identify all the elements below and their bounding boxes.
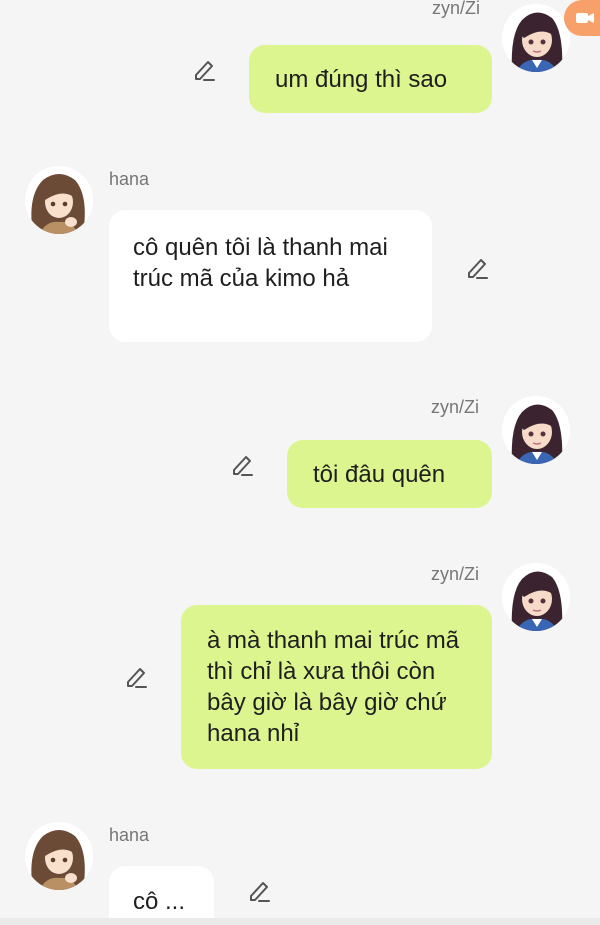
- avatar-hana[interactable]: [25, 166, 93, 234]
- avatar-zyn-image: [502, 396, 570, 464]
- pencil-icon[interactable]: [192, 57, 218, 83]
- sender-name-zyn: zyn/Zi: [431, 564, 480, 584]
- message-text: à mà thanh mai trúc mã thì chỉ là xưa th…: [207, 627, 460, 747]
- avatar-hana[interactable]: [25, 822, 93, 890]
- pencil-icon[interactable]: [465, 255, 491, 281]
- avatar-hana-image: [25, 166, 93, 234]
- bottom-divider: [0, 918, 600, 925]
- message-bubble-sent[interactable]: um đúng thì sao: [249, 45, 492, 113]
- pencil-icon[interactable]: [124, 664, 150, 690]
- avatar-zyn[interactable]: [502, 396, 570, 464]
- chat-view[interactable]: zyn/Zi um đúng thì sao hana cô quên tôi …: [0, 0, 600, 918]
- avatar-zyn-image: [502, 4, 570, 72]
- avatar-zyn[interactable]: [502, 4, 570, 72]
- pencil-icon[interactable]: [247, 878, 273, 904]
- sender-name-zyn: zyn/Zi: [432, 0, 481, 18]
- message-bubble-received[interactable]: cô ...: [109, 866, 214, 918]
- sender-name-zyn: zyn/Zi: [431, 397, 480, 417]
- message-bubble-sent[interactable]: à mà thanh mai trúc mã thì chỉ là xưa th…: [181, 605, 492, 769]
- message-text: tôi đâu quên: [313, 461, 446, 488]
- sender-name-hana: hana: [109, 169, 150, 189]
- sender-name-hana: hana: [109, 825, 150, 845]
- avatar-zyn-image: [502, 563, 570, 631]
- message-bubble-received[interactable]: cô quên tôi là thanh mai trúc mã của kim…: [109, 210, 432, 342]
- message-text: um đúng thì sao: [275, 66, 448, 93]
- video-icon-glyph: [576, 13, 594, 23]
- avatar-hana-image: [25, 822, 93, 890]
- message-text: cô quên tôi là thanh mai trúc mã của kim…: [133, 234, 388, 292]
- message-text: cô ...: [133, 888, 186, 915]
- message-bubble-sent[interactable]: tôi đâu quên: [287, 440, 492, 508]
- video-icon[interactable]: [564, 0, 600, 36]
- pencil-icon[interactable]: [230, 452, 256, 478]
- avatar-zyn[interactable]: [502, 563, 570, 631]
